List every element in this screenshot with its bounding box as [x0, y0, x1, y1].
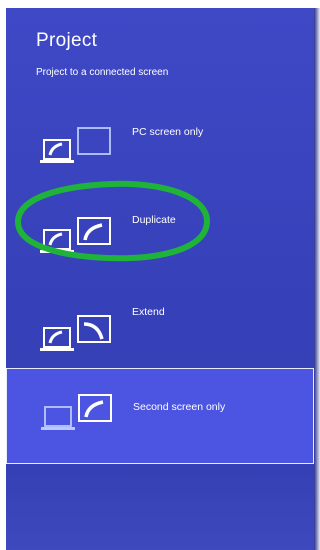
second-screen-only-icon: [41, 394, 112, 430]
pc-screen-only-icon: [40, 127, 111, 163]
option-label: PC screen only: [132, 126, 204, 138]
page-subtitle: Project to a connected screen: [36, 67, 169, 78]
page-title: Project: [36, 30, 98, 51]
highlight-oval: [14, 180, 211, 262]
option-second-screen-only[interactable]: Second screen only: [6, 368, 314, 464]
option-label: Extend: [132, 306, 165, 318]
screen-edge: [314, 8, 320, 550]
option-label: Second screen only: [133, 401, 226, 413]
extend-icon: [40, 315, 111, 351]
